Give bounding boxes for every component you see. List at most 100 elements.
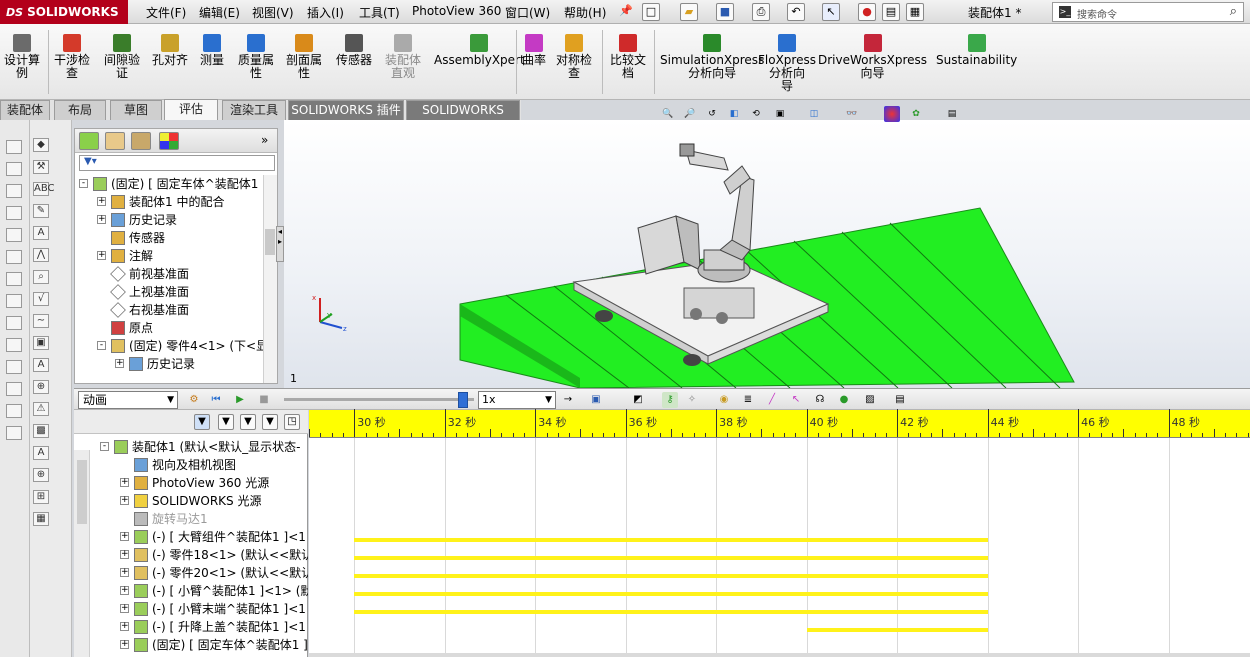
contact-icon[interactable]: ☊ xyxy=(812,392,828,408)
filter-driving-icon[interactable]: ▼ xyxy=(218,414,234,430)
task-pane-tool-icon[interactable] xyxy=(6,162,22,176)
zoom-to-fit-icon[interactable]: 🔍 xyxy=(660,106,676,122)
tab-sketch[interactable]: 草图 xyxy=(110,100,162,120)
motion-tree-item[interactable]: + (-) 零件20<1> (默认<<默认 xyxy=(98,564,308,582)
play-icon[interactable]: ▶ xyxy=(232,392,248,408)
search-icon[interactable]: ⌕ xyxy=(1230,4,1237,19)
display-manager-tab-icon[interactable] xyxy=(159,132,179,150)
panel-collapse-handle[interactable]: ◂ ▸ xyxy=(276,226,284,262)
motion-tree-item[interactable]: + (-) [ 升降上盖^装配体1 ]<1 xyxy=(98,618,308,636)
feature-tree-item[interactable]: + 历史记录 xyxy=(75,355,275,373)
pin-icon[interactable]: 📌 xyxy=(617,3,635,21)
expand-toggle-icon[interactable]: + xyxy=(120,478,129,487)
menu-file[interactable]: 文件(F) xyxy=(146,4,186,21)
feature-tree-tab-icon[interactable] xyxy=(79,132,99,150)
key-change-bar[interactable] xyxy=(354,610,988,614)
task-pane-tool-icon[interactable] xyxy=(6,184,22,198)
feature-tree-item[interactable]: - (固定) 零件4<1> (下<显 xyxy=(75,337,275,355)
expand-toggle-icon[interactable]: + xyxy=(120,640,129,649)
force-icon[interactable]: ↖ xyxy=(788,392,804,408)
menu-help[interactable]: 帮助(H) xyxy=(564,4,606,21)
task-pane-tool-icon[interactable] xyxy=(6,140,22,154)
feature-tree-item[interactable]: 原点 xyxy=(75,319,275,337)
sketch-tool-icon[interactable]: ⚒ xyxy=(33,160,49,174)
key-change-bar[interactable] xyxy=(354,592,988,596)
options-icon[interactable]: ▦ xyxy=(906,3,924,21)
expand-toggle-icon[interactable]: + xyxy=(97,197,106,206)
tab-solidworks-addins[interactable]: SOLIDWORKS 插件 xyxy=(288,100,404,120)
dynamic-annotation-icon[interactable]: ⟲ xyxy=(748,106,764,122)
task-pane-tool-icon[interactable] xyxy=(6,382,22,396)
timeline-horizontal-scrollbar[interactable] xyxy=(309,653,1250,657)
autokey-icon[interactable]: ⚷ xyxy=(662,392,678,408)
menu-tools[interactable]: 工具(T) xyxy=(359,4,400,21)
hole-alignment-button[interactable]: 孔对齐 xyxy=(152,34,188,67)
motion-study-properties-icon[interactable]: ▤ xyxy=(892,392,908,408)
compare-documents-button[interactable]: 比较文 档 xyxy=(610,34,646,80)
view-settings-icon[interactable]: ▤ xyxy=(944,106,960,122)
motion-tree-scroll-thumb[interactable] xyxy=(77,460,87,524)
autofit-icon[interactable]: ◳ xyxy=(284,414,300,430)
expand-panel-icon[interactable]: » xyxy=(261,133,268,147)
stop-icon[interactable]: ■ xyxy=(256,392,272,408)
assembly-visualization-button[interactable]: 装配体 直观 xyxy=(385,34,421,80)
symmetry-check-button[interactable]: 对称检 查 xyxy=(556,34,592,80)
save-animation-icon[interactable]: ▣ xyxy=(588,392,604,408)
menu-window[interactable]: 窗口(W) xyxy=(505,4,550,21)
expand-toggle-icon[interactable]: + xyxy=(115,359,124,368)
sketch-tool-icon[interactable]: ✎ xyxy=(33,204,49,218)
menu-photoview[interactable]: PhotoView 360 xyxy=(412,4,501,18)
task-pane-tool-icon[interactable] xyxy=(6,272,22,286)
key-change-bar[interactable] xyxy=(806,628,988,632)
floxpress-button[interactable]: FloXpress 分析向 导 xyxy=(758,34,816,93)
motion-tree-item[interactable]: + (-) [ 大臂组件^装配体1 ]<1 xyxy=(98,528,308,546)
menu-view[interactable]: 视图(V) xyxy=(252,4,294,21)
tab-assembly[interactable]: 装配体 xyxy=(0,100,50,120)
sketch-tool-icon[interactable]: ◆ xyxy=(33,138,49,152)
interference-check-button[interactable]: 干涉检 查 xyxy=(54,34,90,80)
search-input[interactable]: >_ 搜索命令 ⌕ xyxy=(1052,2,1244,22)
feature-tree-item[interactable]: + 装配体1 中的配合 xyxy=(75,193,275,211)
sketch-tool-icon[interactable]: ⚠ xyxy=(33,402,49,416)
tab-solidworks-mbd[interactable]: SOLIDWORKS MBD xyxy=(406,100,520,135)
feature-tree-item[interactable]: + 注解 xyxy=(75,247,275,265)
feature-tree-item[interactable]: - (固定) [ 固定车体^装配体1 xyxy=(75,175,275,193)
task-pane-tool-icon[interactable] xyxy=(6,426,22,440)
results-plots-icon[interactable]: ▨ xyxy=(862,392,878,408)
motion-tree-item[interactable]: - 装配体1 (默认<默认_显示状态- xyxy=(98,438,308,456)
sketch-tool-icon[interactable]: ⊕ xyxy=(33,468,49,482)
rebuild-icon[interactable]: ● xyxy=(858,3,876,21)
edit-appearance-icon[interactable] xyxy=(884,106,900,122)
playback-mode-icon[interactable]: → xyxy=(560,392,576,408)
save-icon[interactable]: ■ xyxy=(716,3,734,21)
undo-icon[interactable]: ↶ xyxy=(787,3,805,21)
menu-insert[interactable]: 插入(I) xyxy=(307,4,344,21)
expand-toggle-icon[interactable]: + xyxy=(120,550,129,559)
task-pane-tool-icon[interactable] xyxy=(6,404,22,418)
graphics-area[interactable] xyxy=(284,120,1250,389)
section-properties-button[interactable]: 剖面属 性 xyxy=(286,34,322,80)
driveworksxpress-button[interactable]: DriveWorksXpress 向导 xyxy=(818,34,927,80)
section-view-icon[interactable]: ◧ xyxy=(726,106,742,122)
sketch-tool-icon[interactable]: ▣ xyxy=(33,336,49,350)
task-pane-tool-icon[interactable] xyxy=(6,228,22,242)
measure-button[interactable]: 测量 xyxy=(200,34,224,67)
mass-properties-button[interactable]: 质量属 性 xyxy=(238,34,274,80)
new-document-icon[interactable]: □ xyxy=(642,3,660,21)
filter-animated-icon[interactable]: ▼ xyxy=(194,414,210,430)
motion-tree-item[interactable]: 视向及相机视图 xyxy=(98,456,308,474)
damper-icon[interactable]: ╱ xyxy=(764,392,780,408)
motion-tree-item[interactable]: + SOLIDWORKS 光源 xyxy=(98,492,308,510)
expand-toggle-icon[interactable]: - xyxy=(79,179,88,188)
motion-tree-item[interactable]: + (-) [ 小臂末端^装配体1 ]<1 xyxy=(98,600,308,618)
display-style-icon[interactable]: ◫ xyxy=(806,106,822,122)
previous-view-icon[interactable]: ↺ xyxy=(704,106,720,122)
apply-scene-icon[interactable]: ✿ xyxy=(908,106,924,122)
expand-toggle-icon[interactable]: + xyxy=(97,215,106,224)
select-icon[interactable]: ↖ xyxy=(822,3,840,21)
expand-toggle-icon[interactable]: + xyxy=(97,251,106,260)
motion-tree-item[interactable]: + (固定) [ 固定车体^装配体1 ] xyxy=(98,636,308,654)
key-change-bar[interactable] xyxy=(354,538,988,542)
feature-tree-item[interactable]: 前视基准面 xyxy=(75,265,275,283)
sustainability-button[interactable]: Sustainability xyxy=(936,34,1017,67)
